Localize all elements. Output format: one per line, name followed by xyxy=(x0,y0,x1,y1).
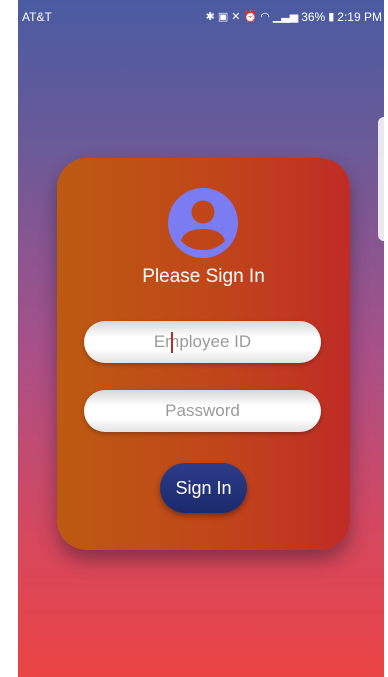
nfc-icon: ▣ xyxy=(217,11,229,23)
status-icons: ✱ ▣ ✕ ⏰ ◠ ▁▃▅ 36% ▮ 2:19 PM xyxy=(206,10,382,24)
account-circle-icon xyxy=(168,188,238,258)
battery-icon: ▮ xyxy=(328,11,335,23)
carrier-label: AT&T xyxy=(22,10,52,24)
mute-icon: ✕ xyxy=(231,11,241,23)
status-time: 2:19 PM xyxy=(337,10,382,24)
sign-in-button[interactable]: Sign In xyxy=(160,463,247,513)
status-bar: AT&T ✱ ▣ ✕ ⏰ ◠ ▁▃▅ 36% ▮ 2:19 PM xyxy=(18,0,384,32)
app-screen: AT&T ✱ ▣ ✕ ⏰ ◠ ▁▃▅ 36% ▮ 2:19 PM Please … xyxy=(18,0,384,677)
text-cursor xyxy=(171,332,173,353)
battery-percentage: 36% xyxy=(301,10,326,24)
login-card: Please Sign In Sign In xyxy=(57,158,350,550)
signal-icon: ▁▃▅ xyxy=(272,11,299,23)
edge-panel-handle[interactable] xyxy=(378,117,384,241)
employee-id-input[interactable] xyxy=(84,321,321,363)
alarm-icon: ⏰ xyxy=(243,11,258,23)
password-input[interactable] xyxy=(84,390,321,432)
wifi-icon: ◠ xyxy=(260,11,270,23)
page-title: Please Sign In xyxy=(142,266,265,287)
bluetooth-icon: ✱ xyxy=(205,11,215,23)
